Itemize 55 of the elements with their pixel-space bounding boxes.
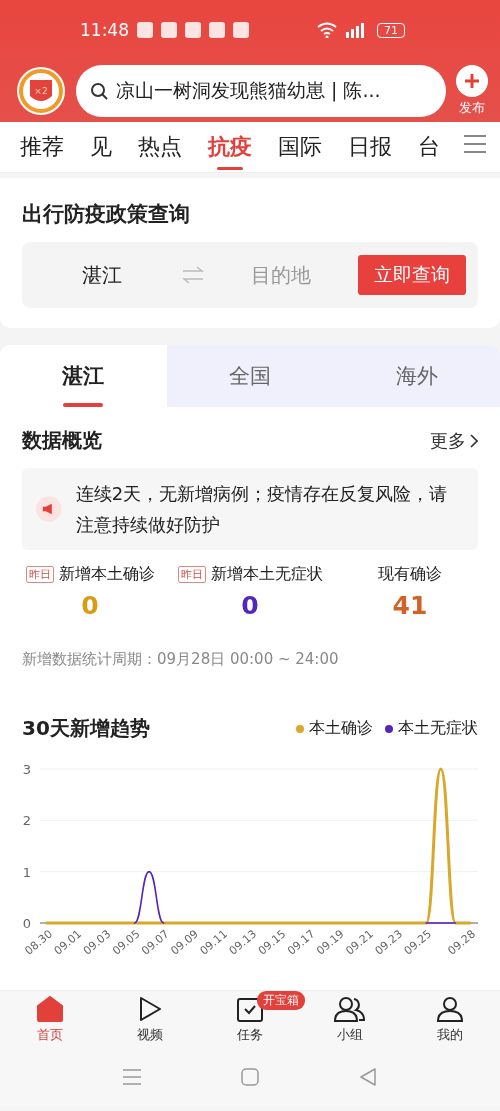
back-icon[interactable]	[359, 1068, 377, 1086]
trend-title: 30天新增趋势	[22, 715, 150, 742]
search-field[interactable]: 凉山一树洞发现熊猫幼崽 | 陈...	[76, 65, 446, 117]
stat-value: 0	[241, 591, 259, 620]
channel-tab[interactable]: 台	[418, 122, 440, 172]
menu-icon[interactable]	[123, 1069, 141, 1085]
y-tick-label: 2	[22, 813, 32, 829]
channel-tab[interactable]: 国际	[278, 122, 322, 172]
publish-button[interactable]	[456, 65, 488, 97]
stat-value: 0	[81, 591, 99, 620]
signal-icon	[345, 22, 365, 38]
home-square-icon[interactable]	[241, 1068, 259, 1086]
query-button[interactable]: 立即查询	[358, 255, 466, 295]
channel-tab[interactable]: 推荐	[20, 122, 64, 172]
day-tag: 昨日	[177, 566, 206, 583]
stat-value: 41	[392, 591, 428, 620]
stat-label: 新增本土无症状	[210, 564, 323, 585]
period-text: 新增数据统计周期：09月28日 00:00 ~ 24:00	[21, 649, 340, 669]
plus-icon	[464, 73, 480, 89]
publish-label: 发布	[459, 99, 485, 117]
status-time: 11:48	[80, 20, 129, 40]
wifi-icon	[317, 22, 337, 38]
nav-tab[interactable]: 视频	[100, 991, 200, 1048]
region-tab[interactable]: 海外	[333, 345, 500, 407]
y-tick-label: 1	[22, 864, 32, 880]
channel-tab[interactable]: 抗疫	[208, 122, 252, 172]
y-tick-label: 3	[22, 762, 32, 777]
chevron-icon	[470, 433, 478, 448]
nav-tab[interactable]: 首页	[0, 991, 100, 1048]
person-icon	[436, 995, 464, 1022]
legend-label: 本土无症状	[398, 718, 478, 739]
overview-title: 数据概览	[22, 427, 102, 454]
origin-city[interactable]: 湛江	[22, 261, 182, 289]
region-tab[interactable]: 全国	[166, 345, 334, 407]
notice-text: 连续2天，无新增病例；疫情存在反复风险，请注意持续做好防护	[75, 482, 449, 537]
notification-badge: 开宝箱	[257, 991, 305, 1010]
stat-label: 现有确诊	[378, 564, 442, 585]
multiplier-label: ×2	[34, 86, 48, 96]
search-icon	[90, 82, 108, 100]
channel-tab[interactable]: 见	[90, 122, 112, 172]
home-icon	[36, 995, 64, 1022]
battery-level: 71	[377, 22, 405, 38]
play-icon	[138, 995, 162, 1022]
legend-label: 本土确诊	[309, 718, 373, 739]
day-tag: 昨日	[25, 566, 54, 583]
channel-tab[interactable]: 日报	[348, 122, 392, 172]
nav-tab[interactable]: 我的	[400, 991, 500, 1048]
swap-icon[interactable]	[182, 266, 204, 284]
more-link[interactable]: 更多	[430, 428, 478, 453]
group-icon	[334, 995, 366, 1022]
y-tick-label: 0	[22, 916, 32, 931]
stat-label: 新增本土确诊	[58, 564, 155, 585]
calendar-check-icon	[236, 995, 264, 1022]
channel-tab[interactable]: 热点	[138, 122, 182, 172]
policy-title: 出行防疫政策查询	[22, 201, 191, 228]
